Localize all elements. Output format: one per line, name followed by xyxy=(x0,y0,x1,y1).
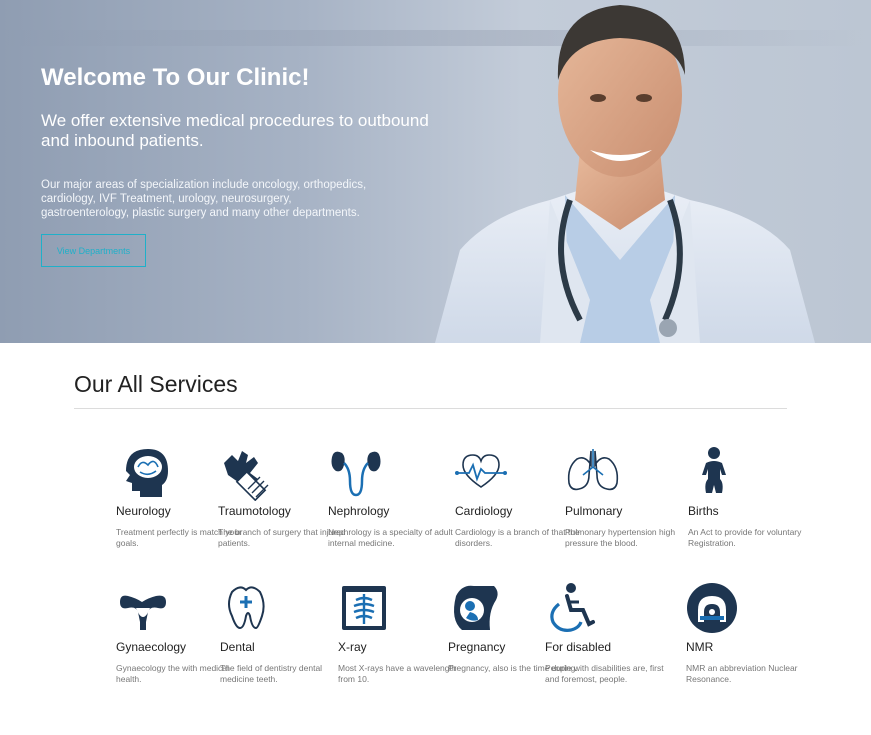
uterus-icon xyxy=(120,595,166,630)
hero-description: Our major areas of specialization includ… xyxy=(41,179,367,219)
service-name: Pregnancy xyxy=(448,640,506,654)
kidneys-icon xyxy=(331,451,381,497)
wheelchair-icon xyxy=(550,583,595,632)
service-description: NMR an abbreviation Nuclear Resonance. xyxy=(686,663,798,684)
service-name: For disabled xyxy=(545,640,612,654)
service-name: X-ray xyxy=(338,640,367,654)
service-name: NMR xyxy=(686,640,714,654)
mri-scanner-icon xyxy=(687,583,737,633)
pregnancy-icon xyxy=(454,585,498,630)
service-name: Pulmonary xyxy=(565,504,623,518)
heartbeat-icon xyxy=(455,454,507,488)
services-title: Our All Services xyxy=(74,371,238,397)
service-name: Neurology xyxy=(116,504,171,518)
doctor-photo xyxy=(435,5,815,343)
view-departments-button[interactable]: View Departments xyxy=(41,234,146,267)
baby-icon xyxy=(702,447,726,493)
bandaged-hand-icon xyxy=(224,451,269,501)
hero-title: Welcome To Our Clinic! xyxy=(41,64,310,91)
service-name: Dental xyxy=(220,640,255,654)
service-name: Gynaecology xyxy=(116,640,187,654)
tooth-icon xyxy=(228,586,265,630)
services-divider xyxy=(74,408,787,409)
service-description: The field of dentistry dental medicine t… xyxy=(220,663,323,684)
service-description: People with disabilities are, first and … xyxy=(545,663,664,684)
service-name: Traumotology xyxy=(218,504,291,518)
brain-head-icon xyxy=(126,449,168,497)
xray-icon xyxy=(342,586,386,630)
service-description: An Act to provide for voluntary Registra… xyxy=(688,527,802,548)
service-description: Nephrology is a specialty of adult inter… xyxy=(328,527,453,548)
hero-banner: Welcome To Our Clinic! We offer extensiv… xyxy=(0,0,871,343)
service-description: Pulmonary hypertension high pressure the… xyxy=(565,527,676,548)
service-name: Nephrology xyxy=(328,504,390,518)
service-name: Cardiology xyxy=(455,504,513,518)
lungs-icon xyxy=(567,449,619,491)
hero-subtitle: We offer extensive medical procedures to… xyxy=(41,111,429,150)
service-name: Births xyxy=(688,504,719,518)
